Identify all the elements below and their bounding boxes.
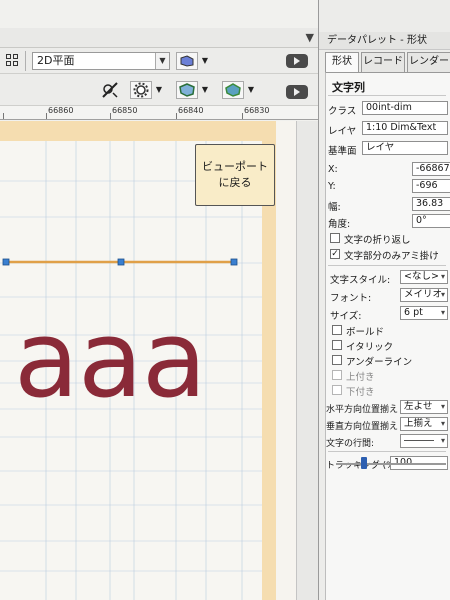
gear-icon: [133, 82, 149, 98]
horizontal-ruler: 66860 66850 66840 66830: [0, 106, 318, 120]
light-settings-button[interactable]: [130, 81, 152, 99]
ruler-label: 66830: [244, 106, 270, 115]
tracking-slider-track[interactable]: [336, 463, 446, 465]
view-mode-value: 2D平面: [37, 54, 75, 67]
font-select[interactable]: メイリオ: [400, 288, 448, 302]
bold-label: ボールド: [346, 327, 385, 338]
palette-divider: [328, 95, 446, 96]
h-align-label: 水平方向位置揃え: [326, 405, 399, 415]
size-select[interactable]: 6 pt: [400, 306, 448, 320]
angle-field[interactable]: 0°: [412, 214, 450, 228]
dropdown-arrow-icon: ▼: [155, 53, 169, 69]
subscript-label: 下付き: [346, 387, 375, 398]
window-title-bar: ▼: [0, 28, 318, 48]
italic-checkbox[interactable]: [332, 340, 342, 350]
render-mode-button[interactable]: [176, 52, 198, 70]
standard-view-button[interactable]: [176, 81, 198, 99]
plane-label: 基準面: [328, 146, 357, 157]
view-cube-icon: [179, 83, 195, 97]
text-style-select[interactable]: <なし>: [400, 270, 448, 284]
toolbar-separator: [25, 51, 26, 71]
selected-text-object[interactable]: aaa: [14, 300, 207, 420]
subscript-checkbox[interactable]: [332, 385, 342, 395]
view-toolbar: ▼ ▼ ▼: [0, 74, 318, 106]
italic-label: イタリック: [346, 342, 394, 353]
drawing-window: ▼ 2D平面 ▼ ▼ ▼ ▼ ▼ 66860 66850 66840 66830…: [0, 0, 318, 600]
ruler-label: 66850: [112, 106, 138, 115]
class-field[interactable]: 00int-dim: [362, 101, 448, 115]
angle-label: 角度:: [328, 219, 351, 230]
shape-tab-panel: 文字列 クラス 00int-dim レイヤ 1:10 Dim&Text 基準面 …: [325, 72, 450, 600]
hatch-text-only-label: 文字部分のみアミ掛け: [344, 251, 439, 262]
ruler-tick: [46, 113, 47, 119]
cube-render-icon: [180, 55, 194, 67]
render-mode-dropdown-icon[interactable]: ▼: [200, 52, 210, 70]
class-label: クラス: [328, 106, 357, 117]
layer-label: レイヤ: [328, 126, 357, 137]
tab-render[interactable]: レンダー: [407, 52, 450, 72]
view-bar-expand-button[interactable]: [286, 54, 308, 68]
ruler-tick: [3, 113, 4, 119]
view-bar: 2D平面 ▼ ▼: [0, 48, 318, 74]
tab-record[interactable]: レコード: [361, 52, 405, 72]
selection-handle[interactable]: [230, 258, 238, 266]
play-icon: [294, 88, 300, 96]
return-to-viewport-button[interactable]: ビューポートに戻る: [195, 144, 275, 206]
width-field[interactable]: 36.83: [412, 197, 450, 211]
standard-view-dropdown-icon[interactable]: ▼: [200, 81, 210, 99]
light-settings-dropdown-icon[interactable]: ▼: [154, 81, 164, 99]
ruler-tick: [110, 113, 111, 119]
data-palette: データパレット - 形状 形状 レコード レンダー 文字列 クラス 00int-…: [318, 0, 450, 600]
font-label: フォント:: [330, 293, 372, 304]
object-type-label: 文字列: [332, 81, 365, 94]
wrap-text-checkbox[interactable]: [330, 233, 340, 243]
y-field[interactable]: -696: [412, 179, 450, 193]
superscript-checkbox[interactable]: [332, 370, 342, 380]
y-label: Y:: [328, 181, 336, 192]
hatch-text-only-checkbox[interactable]: ✓: [330, 249, 340, 259]
v-align-label: 垂直方向位置揃え: [326, 422, 399, 432]
width-label: 幅:: [328, 202, 341, 213]
chevron-down-icon[interactable]: ▼: [306, 31, 314, 44]
bold-checkbox[interactable]: [332, 325, 342, 335]
underline-label: アンダーライン: [346, 357, 413, 368]
view-mode-select[interactable]: 2D平面 ▼: [32, 52, 170, 70]
x-label: X:: [328, 164, 338, 175]
play-icon: [294, 57, 300, 65]
size-label: サイズ:: [330, 311, 362, 322]
text-style-label: 文字スタイル:: [330, 275, 391, 286]
selection-handle[interactable]: [2, 258, 10, 266]
superscript-label: 上付き: [346, 372, 375, 383]
line-spacing-select[interactable]: [400, 434, 448, 448]
vertical-scrollbar[interactable]: [296, 121, 318, 600]
projection-button[interactable]: [222, 81, 244, 99]
palette-divider: [328, 451, 446, 452]
plane-field[interactable]: レイヤ: [362, 141, 448, 155]
projection-dropdown-icon[interactable]: ▼: [246, 81, 256, 99]
tracking-slider-thumb[interactable]: [360, 457, 367, 469]
ruler-tick: [242, 113, 243, 119]
wrap-text-label: 文字の折り返し: [344, 235, 411, 246]
h-align-select[interactable]: 左よせ: [400, 400, 448, 414]
layout-grid-icon[interactable]: [6, 54, 20, 68]
palette-title: データパレット - 形状: [319, 32, 450, 50]
ruler-label: 66860: [48, 106, 74, 115]
projection-cube-icon: [225, 83, 241, 97]
line-spacing-preview: [404, 440, 434, 441]
line-spacing-label: 文字の行間:: [326, 439, 375, 449]
underline-checkbox[interactable]: [332, 355, 342, 365]
layer-field[interactable]: 1:10 Dim&Text: [362, 121, 448, 135]
selection-handle[interactable]: [117, 258, 125, 266]
ruler-label: 66840: [178, 106, 204, 115]
x-field[interactable]: -66867: [412, 162, 450, 176]
view-toolbar-expand-button[interactable]: [286, 85, 308, 99]
return-to-viewport-label: ビューポートに戻る: [202, 160, 268, 189]
palette-divider: [328, 265, 446, 266]
tab-shape[interactable]: 形状: [325, 52, 359, 72]
v-align-select[interactable]: 上揃え: [400, 417, 448, 431]
ruler-tick: [176, 113, 177, 119]
flyover-disabled-icon[interactable]: [100, 81, 120, 99]
